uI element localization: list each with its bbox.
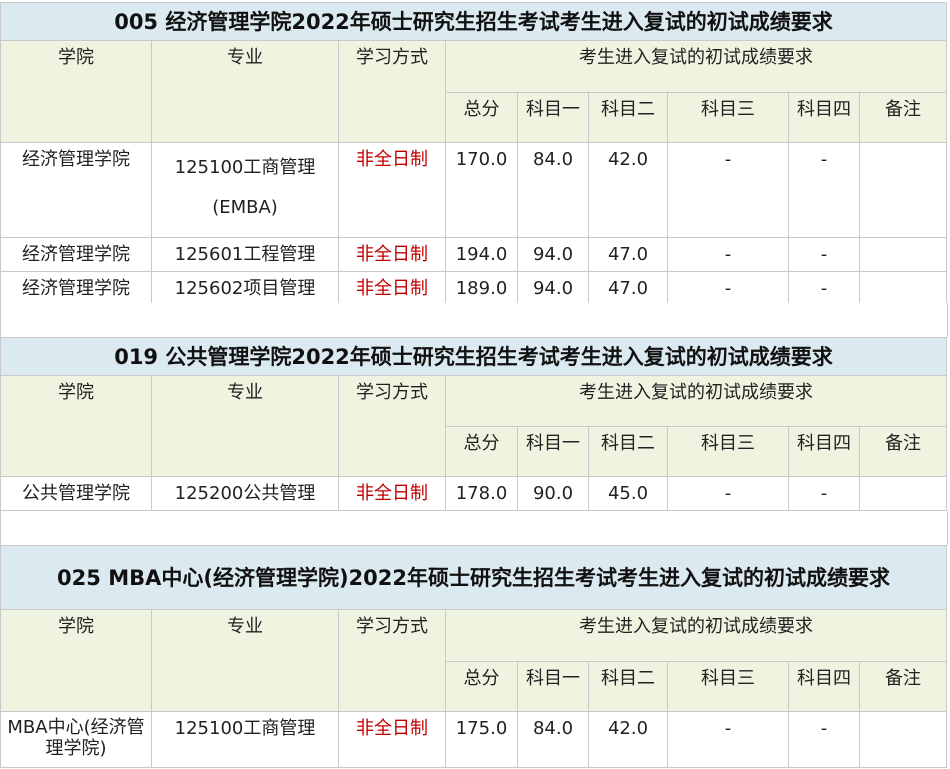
cell-subject1: 84.0 bbox=[517, 711, 589, 768]
cell-subject1: 94.0 bbox=[517, 237, 589, 272]
cell-major: 125601工程管理 bbox=[151, 237, 339, 272]
cell-major-line1: 125100工商管理 bbox=[174, 157, 316, 178]
header-total: 总分 bbox=[445, 426, 518, 477]
cell-mode: 非全日制 bbox=[338, 271, 446, 306]
header-subject4: 科目四 bbox=[788, 661, 860, 712]
cell-subject3: - bbox=[667, 476, 789, 511]
cell-subject4: - bbox=[788, 271, 860, 306]
score-table-025: 025 MBA中心(经济管理学院)2022年硕士研究生招生考试考生进入复试的初试… bbox=[0, 545, 948, 768]
cell-college: 经济管理学院 bbox=[0, 237, 152, 272]
cell-total: 189.0 bbox=[445, 271, 518, 306]
header-college: 学院 bbox=[0, 375, 152, 477]
cell-mode: 非全日制 bbox=[338, 142, 446, 238]
cell-total: 178.0 bbox=[445, 476, 518, 511]
cell-total: 170.0 bbox=[445, 142, 518, 238]
cell-mode: 非全日制 bbox=[338, 476, 446, 511]
table-row: MBA中心(经济管理学院) 125100工商管理 非全日制 175.0 84.0… bbox=[0, 711, 948, 768]
cell-college: 公共管理学院 bbox=[0, 476, 152, 511]
header-mode: 学习方式 bbox=[338, 375, 446, 477]
header-subject4: 科目四 bbox=[788, 426, 860, 477]
header-major: 专业 bbox=[151, 609, 339, 712]
cell-total: 175.0 bbox=[445, 711, 518, 768]
header-requirement: 考生进入复试的初试成绩要求 bbox=[444, 375, 948, 427]
header-subject3: 科目三 bbox=[667, 92, 789, 143]
cell-mode: 非全日制 bbox=[338, 711, 446, 768]
cell-major: 125100工商管理 (EMBA) bbox=[151, 142, 339, 238]
cell-subject3: - bbox=[667, 271, 789, 306]
cell-total: 194.0 bbox=[445, 237, 518, 272]
section-title: 019 公共管理学院2022年硕士研究生招生考试考生进入复试的初试成绩要求 bbox=[0, 337, 948, 376]
cell-subject3: - bbox=[667, 142, 789, 238]
cell-major: 125200公共管理 bbox=[151, 476, 339, 511]
table-row: 经济管理学院 125100工商管理 (EMBA) 非全日制 170.0 84.0… bbox=[0, 142, 948, 238]
header-major: 专业 bbox=[151, 375, 339, 477]
header-remark: 备注 bbox=[858, 92, 948, 143]
cell-subject4: - bbox=[788, 711, 860, 768]
cell-subject3: - bbox=[667, 237, 789, 272]
cell-subject2: 42.0 bbox=[588, 711, 668, 768]
cell-remark bbox=[858, 142, 948, 238]
cell-college: MBA中心(经济管理学院) bbox=[0, 711, 152, 768]
cell-subject4: - bbox=[788, 237, 860, 272]
header-total: 总分 bbox=[445, 92, 518, 143]
cell-subject4: - bbox=[788, 476, 860, 511]
cell-mode: 非全日制 bbox=[338, 237, 446, 272]
header-subject4: 科目四 bbox=[788, 92, 860, 143]
cell-remark bbox=[858, 271, 948, 306]
header-college: 学院 bbox=[0, 609, 152, 712]
cell-college: 经济管理学院 bbox=[0, 142, 152, 238]
header-subject2: 科目二 bbox=[588, 661, 668, 712]
section-spacer bbox=[0, 303, 948, 337]
header-requirement: 考生进入复试的初试成绩要求 bbox=[444, 609, 948, 662]
cell-college: 经济管理学院 bbox=[0, 271, 152, 306]
section-spacer bbox=[0, 511, 948, 545]
score-table-019: 019 公共管理学院2022年硕士研究生招生考试考生进入复试的初试成绩要求 学院… bbox=[0, 337, 948, 511]
cell-remark bbox=[858, 476, 948, 511]
cell-subject2: 45.0 bbox=[588, 476, 668, 511]
page: 005 经济管理学院2022年硕士研究生招生考试考生进入复试的初试成绩要求 学院… bbox=[0, 0, 950, 769]
cell-subject3: - bbox=[667, 711, 789, 768]
header-remark: 备注 bbox=[858, 426, 948, 477]
cell-subject1: 90.0 bbox=[517, 476, 589, 511]
header-subject1: 科目一 bbox=[517, 92, 589, 143]
header-mode: 学习方式 bbox=[338, 609, 446, 712]
cell-major: 125602项目管理 bbox=[151, 271, 339, 306]
header-subject1: 科目一 bbox=[517, 426, 589, 477]
section-title: 005 经济管理学院2022年硕士研究生招生考试考生进入复试的初试成绩要求 bbox=[0, 2, 948, 41]
header-major: 专业 bbox=[151, 40, 339, 143]
table-row: 经济管理学院 125601工程管理 非全日制 194.0 94.0 47.0 -… bbox=[0, 237, 948, 272]
cell-remark bbox=[858, 711, 948, 768]
header-mode: 学习方式 bbox=[338, 40, 446, 143]
cell-major-line2: (EMBA) bbox=[212, 197, 278, 218]
header-subject2: 科目二 bbox=[588, 92, 668, 143]
header-subject3: 科目三 bbox=[667, 426, 789, 477]
cell-subject1: 84.0 bbox=[517, 142, 589, 238]
cell-subject2: 47.0 bbox=[588, 237, 668, 272]
header-requirement: 考生进入复试的初试成绩要求 bbox=[444, 40, 948, 93]
cell-subject4: - bbox=[788, 142, 860, 238]
header-college: 学院 bbox=[0, 40, 152, 143]
cell-subject2: 42.0 bbox=[588, 142, 668, 238]
table-row: 公共管理学院 125200公共管理 非全日制 178.0 90.0 45.0 -… bbox=[0, 476, 948, 511]
cell-remark bbox=[858, 237, 948, 272]
header-total: 总分 bbox=[445, 661, 518, 712]
section-title: 025 MBA中心(经济管理学院)2022年硕士研究生招生考试考生进入复试的初试… bbox=[0, 545, 948, 610]
header-subject3: 科目三 bbox=[667, 661, 789, 712]
cell-subject1: 94.0 bbox=[517, 271, 589, 306]
header-remark: 备注 bbox=[858, 661, 948, 712]
cell-subject2: 47.0 bbox=[588, 271, 668, 306]
header-subject1: 科目一 bbox=[517, 661, 589, 712]
cell-major: 125100工商管理 bbox=[151, 711, 339, 768]
score-table-005: 005 经济管理学院2022年硕士研究生招生考试考生进入复试的初试成绩要求 学院… bbox=[0, 2, 948, 306]
header-subject2: 科目二 bbox=[588, 426, 668, 477]
table-row: 经济管理学院 125602项目管理 非全日制 189.0 94.0 47.0 -… bbox=[0, 271, 948, 306]
